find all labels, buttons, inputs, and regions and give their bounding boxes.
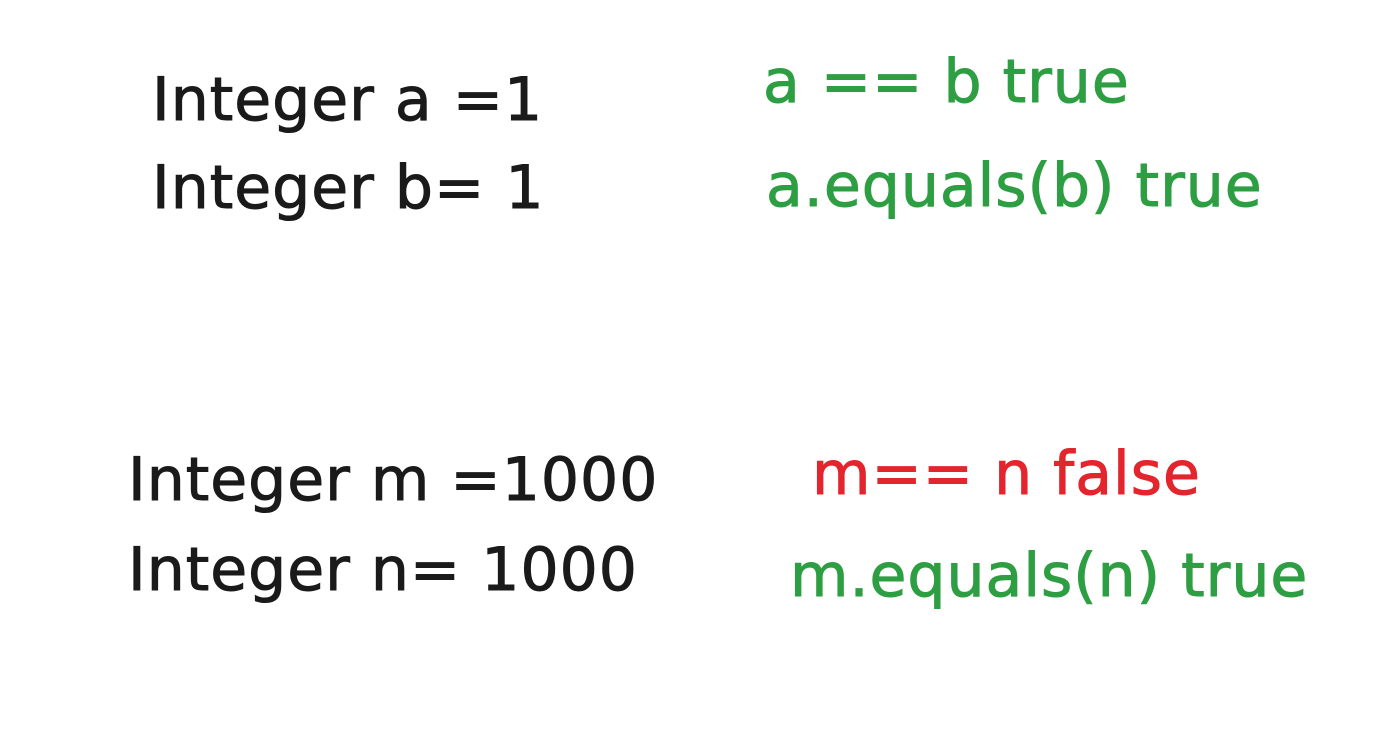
result-m-equals-n: m.equals(n) true [789,541,1309,611]
declaration-integer-m: Integer m =1000 [127,445,659,515]
declaration-integer-n: Integer n= 1000 [128,535,638,605]
result-a-double-equals-b: a == b true [763,47,1130,117]
whiteboard-canvas: Integer a =1 Integer b= 1 a == b true a.… [0,0,1400,750]
result-a-equals-b: a.equals(b) true [766,151,1263,221]
declaration-integer-a: Integer a =1 [151,65,544,135]
result-m-double-equals-n: m== n false [812,439,1201,509]
declaration-integer-b: Integer b= 1 [152,153,545,223]
